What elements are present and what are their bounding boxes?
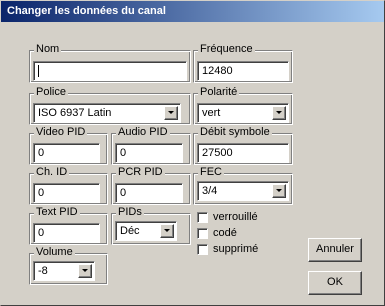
supprime-label: supprimé [213, 243, 259, 255]
annuler-button[interactable]: Annuler [308, 238, 362, 262]
frequence-input[interactable]: 12480 [197, 61, 289, 81]
audio-pid-input[interactable]: 0 [115, 143, 183, 163]
nom-input[interactable] [33, 61, 187, 81]
frequence-label: Fréquence [198, 43, 255, 56]
fec-label: FEC [198, 166, 224, 179]
text-pid-label: Text PID [34, 206, 80, 219]
polarite-dropdown-icon[interactable] [272, 106, 286, 120]
fec-value: 3/4 [202, 185, 218, 197]
polarite-label: Polarité [198, 86, 240, 99]
police-label: Police [34, 86, 68, 99]
debit-symbole-input[interactable]: 27500 [197, 143, 289, 163]
pids-select[interactable]: Déc [115, 221, 177, 241]
ch-id-input[interactable]: 0 [33, 183, 100, 203]
pcr-pid-input[interactable]: 0 [115, 183, 183, 203]
verrouille-checkbox[interactable] [197, 212, 208, 223]
title-bar: Changer les données du canal [1, 1, 384, 22]
pids-dropdown-icon[interactable] [160, 224, 174, 238]
volume-label: Volume [34, 246, 75, 259]
text-caret [38, 65, 39, 77]
fec-dropdown-icon[interactable] [272, 184, 286, 198]
police-dropdown-icon[interactable] [164, 106, 178, 120]
polarite-select[interactable]: vert [197, 103, 289, 123]
text-pid-input[interactable]: 0 [33, 223, 100, 243]
audio-pid-label: Audio PID [116, 126, 170, 139]
debit-symbole-label: Débit symbole [198, 126, 272, 139]
video-pid-label: Video PID [34, 126, 88, 139]
volume-value: -8 [38, 265, 48, 277]
polarite-value: vert [202, 107, 221, 119]
video-pid-input[interactable]: 0 [33, 143, 100, 163]
code-label: codé [213, 227, 237, 239]
fec-select[interactable]: 3/4 [197, 181, 289, 201]
pcr-pid-label: PCR PID [116, 166, 165, 179]
ok-button[interactable]: OK [308, 271, 362, 295]
pids-label: PIDs [116, 206, 144, 219]
nom-label: Nom [34, 43, 62, 56]
pids-value: Déc [120, 225, 140, 237]
channel-dialog: Changer les données du canal Nom Fréquen… [0, 0, 385, 306]
volume-select[interactable]: -8 [33, 261, 95, 281]
ch-id-label: Ch. ID [34, 166, 70, 179]
code-checkbox[interactable] [197, 228, 208, 239]
volume-dropdown-icon[interactable] [78, 264, 92, 278]
police-value: ISO 6937 Latin [38, 107, 112, 119]
verrouille-label: verrouillé [213, 211, 258, 223]
police-select[interactable]: ISO 6937 Latin [33, 103, 181, 123]
supprime-checkbox[interactable] [197, 244, 208, 255]
